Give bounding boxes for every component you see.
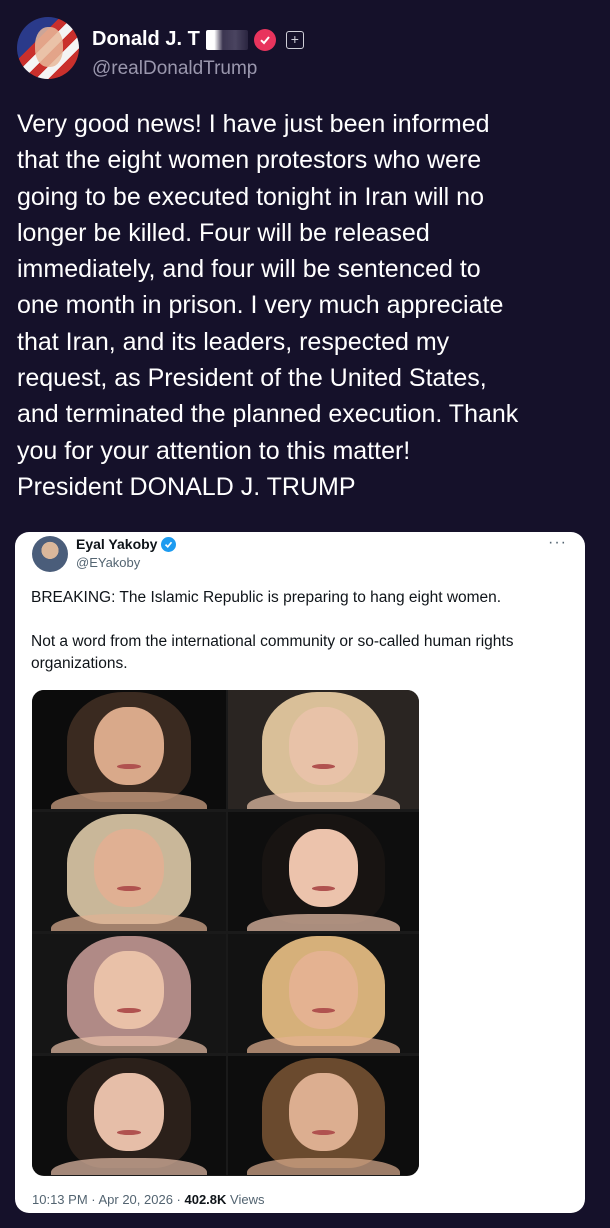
- photo-lips: [117, 885, 141, 891]
- photo-face: [94, 950, 164, 1030]
- photo-face: [289, 828, 358, 908]
- photo-lips: [117, 1007, 141, 1013]
- photo-face: [289, 706, 358, 786]
- photo-tile[interactable]: [228, 812, 419, 931]
- more-options-icon[interactable]: ···: [548, 534, 567, 552]
- photo-shoulders: [247, 914, 400, 931]
- photo-lips: [117, 763, 141, 769]
- photo-shoulders: [247, 792, 400, 809]
- photo-tile[interactable]: [228, 690, 419, 809]
- photo-shoulders: [51, 792, 207, 809]
- photo-shoulders: [51, 914, 207, 931]
- quoted-name-row: Eyal Yakoby: [76, 536, 177, 552]
- avatar[interactable]: [17, 17, 79, 79]
- author-handle[interactable]: @realDonaldTrump: [92, 58, 257, 80]
- views-count: 402.8K: [184, 1192, 227, 1207]
- quoted-verified-icon: [161, 536, 177, 552]
- photo-grid[interactable]: [32, 690, 419, 1176]
- photo-shoulders: [51, 1158, 207, 1175]
- photo-lips: [312, 1007, 335, 1013]
- photo-lips: [312, 1129, 335, 1135]
- photo-tile[interactable]: [228, 934, 419, 1053]
- redacted-name-blur: [205, 29, 248, 50]
- views-label: Views: [226, 1192, 265, 1207]
- quoted-post-time[interactable]: 10:13 PM · Apr 20, 2026 ·: [32, 1192, 184, 1207]
- add-plus-icon[interactable]: +: [285, 30, 304, 49]
- photo-face: [94, 1072, 164, 1152]
- photo-lips: [312, 885, 335, 891]
- quoted-post-text: BREAKING: The Islamic Republic is prepar…: [31, 587, 571, 697]
- photo-tile[interactable]: [228, 1056, 419, 1175]
- quoted-avatar[interactable]: [32, 536, 68, 572]
- photo-face: [289, 1072, 358, 1152]
- photo-face: [289, 950, 358, 1030]
- photo-lips: [117, 1129, 141, 1135]
- quoted-post-meta: 10:13 PM · Apr 20, 2026 · 402.8K Views: [32, 1192, 264, 1207]
- quoted-paragraph-2: Not a word from the international commun…: [31, 633, 514, 672]
- photo-face: [94, 706, 164, 786]
- photo-tile[interactable]: [32, 812, 226, 931]
- avatar-face: [35, 27, 63, 67]
- photo-shoulders: [51, 1036, 207, 1053]
- photo-tile[interactable]: [32, 690, 226, 809]
- photo-shoulders: [247, 1036, 400, 1053]
- quoted-post-card[interactable]: Eyal Yakoby @EYakoby ··· BREAKING: The I…: [15, 532, 585, 1213]
- quoted-paragraph-1: BREAKING: The Islamic Republic is prepar…: [31, 589, 502, 606]
- quoted-author-name[interactable]: Eyal Yakoby: [76, 536, 157, 552]
- photo-face: [94, 828, 164, 908]
- author-name-row: Donald J. T +: [92, 28, 304, 51]
- quoted-author-handle[interactable]: @EYakoby: [76, 555, 140, 570]
- photo-lips: [312, 763, 335, 769]
- photo-tile[interactable]: [32, 1056, 226, 1175]
- author-name[interactable]: Donald J. T: [92, 28, 200, 51]
- photo-shoulders: [247, 1158, 400, 1175]
- verified-check-icon: [253, 28, 276, 51]
- photo-tile[interactable]: [32, 934, 226, 1053]
- post-text: Very good news! I have just been informe…: [17, 110, 519, 501]
